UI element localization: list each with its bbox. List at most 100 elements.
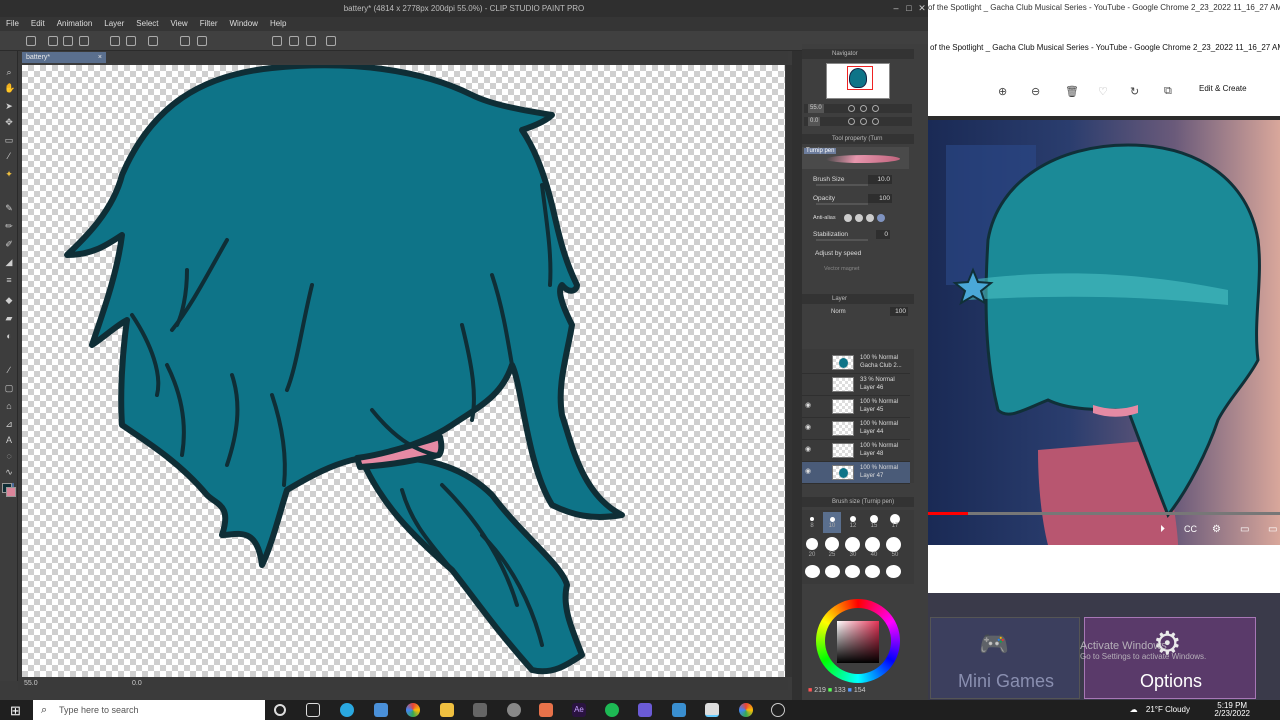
layer-row[interactable]: 100 % Normal Gacha Club 2... <box>802 352 910 374</box>
undo-icon[interactable] <box>110 36 120 46</box>
menu-file[interactable]: File <box>6 17 19 31</box>
menu-layer[interactable]: Layer <box>104 17 124 31</box>
brush-icon[interactable] <box>306 36 316 46</box>
operation-icon[interactable]: ➤ <box>4 101 14 111</box>
zoom-in-icon[interactable] <box>860 105 867 112</box>
layer-row[interactable]: ◉ 100 % Normal Layer 44 <box>802 418 910 440</box>
fill-tool-icon[interactable]: ◆ <box>4 295 14 305</box>
chrome-icon[interactable] <box>406 703 420 717</box>
brush-size-more[interactable] <box>865 565 880 578</box>
menu-animation[interactable]: Animation <box>57 17 93 31</box>
figure-icon[interactable]: ▢ <box>4 383 14 393</box>
brush-size-more[interactable] <box>886 565 901 578</box>
pencil-tool-icon[interactable]: ✏ <box>4 221 14 231</box>
settings-icon[interactable]: ⚙ <box>1212 524 1221 535</box>
aa-none-icon[interactable] <box>844 214 852 222</box>
zoom-fit-icon[interactable] <box>872 105 879 112</box>
flip-icon[interactable] <box>872 118 879 125</box>
rotate-right-icon[interactable] <box>860 118 867 125</box>
menu-edit[interactable]: Edit <box>31 17 45 31</box>
pencil-icon[interactable] <box>289 36 299 46</box>
layer-row[interactable]: ◉ 100 % Normal Layer 48 <box>802 440 910 462</box>
menu-view[interactable]: View <box>171 17 188 31</box>
drawing-canvas[interactable] <box>22 65 785 677</box>
adjust-by-speed-label[interactable]: Adjust by speed <box>815 247 861 261</box>
clip-studio-icon[interactable] <box>26 36 36 46</box>
brush-size-slider[interactable] <box>816 184 868 186</box>
delete-icon[interactable]: 🗑 <box>1065 85 1079 98</box>
panel-divider[interactable] <box>792 51 802 700</box>
brush-size-40[interactable] <box>865 537 880 552</box>
miniplayer-icon[interactable]: ▭ <box>1240 524 1249 535</box>
task-view-icon[interactable] <box>306 703 320 717</box>
spotify-icon[interactable] <box>605 703 619 717</box>
brush-size-8[interactable] <box>810 517 814 521</box>
vector-magnet-label[interactable]: Vector magnet <box>824 262 859 276</box>
line-icon[interactable]: ∕ <box>4 365 14 375</box>
brush-size-more[interactable] <box>825 565 840 578</box>
stabilization-slider[interactable] <box>816 239 868 241</box>
navigator-zoom-value[interactable]: 55.0 <box>808 104 824 113</box>
document-tab[interactable]: battery* × <box>22 52 106 63</box>
app-icon[interactable] <box>507 703 521 717</box>
blend-mode-select[interactable]: Norm <box>831 305 846 319</box>
app-icon[interactable] <box>638 703 652 717</box>
crop-icon[interactable] <box>197 36 207 46</box>
green-value[interactable]: 133 <box>834 687 846 694</box>
eye-icon[interactable]: ◉ <box>805 468 813 475</box>
opacity-slider[interactable] <box>816 203 868 205</box>
clip-studio-taskbar-icon[interactable] <box>705 703 719 717</box>
brush-size-value[interactable]: 10.0 <box>868 175 892 184</box>
airbrush-icon[interactable]: ◢ <box>4 257 14 267</box>
weather-text[interactable]: 21°F Cloudy <box>1146 705 1190 714</box>
crop-icon[interactable]: ⧉ <box>1164 85 1172 98</box>
autoplay-toggle-icon[interactable]: ⏵ <box>1160 524 1165 535</box>
selection-icon[interactable]: ▭ <box>4 135 14 145</box>
maximize-icon[interactable]: □ <box>903 0 915 17</box>
eye-icon[interactable]: ◉ <box>805 402 813 409</box>
eye-icon[interactable]: ◉ <box>805 424 813 431</box>
layer-row[interactable]: 33 % Normal Layer 46 <box>802 374 910 396</box>
brush-size-more[interactable] <box>805 565 820 578</box>
favorite-icon[interactable]: ♡ <box>1098 85 1108 98</box>
stabilization-value[interactable]: 0 <box>876 230 890 239</box>
auto-select-icon[interactable]: ✦ <box>4 169 14 179</box>
red-value[interactable]: 219 <box>814 687 826 694</box>
close-icon[interactable]: ✕ <box>916 0 928 17</box>
opacity-value[interactable]: 100 <box>868 194 892 203</box>
edge-icon[interactable] <box>340 703 354 717</box>
app-icon[interactable] <box>473 703 487 717</box>
captions-icon[interactable]: CC <box>1184 524 1197 534</box>
brush-size-20[interactable] <box>806 538 818 550</box>
saturation-value-square[interactable] <box>837 621 879 663</box>
chrome-icon[interactable] <box>739 703 753 717</box>
edit-create-button[interactable]: Edit & Create <box>1199 84 1247 93</box>
store-icon[interactable] <box>374 703 388 717</box>
layer-opacity[interactable]: 100 <box>890 307 908 316</box>
brush-tool-icon[interactable]: ✐ <box>4 239 14 249</box>
hand-icon[interactable]: ✋ <box>4 83 15 93</box>
balloon-icon[interactable]: ◌ <box>4 451 14 461</box>
save-icon[interactable] <box>79 36 89 46</box>
eyedropper-icon[interactable]: ⁄ <box>4 151 14 161</box>
rotation-readout[interactable]: 0.0 <box>132 677 142 690</box>
decoration-icon[interactable]: ≡ <box>4 275 14 285</box>
menu-filter[interactable]: Filter <box>200 17 218 31</box>
tab-close-icon[interactable]: × <box>98 52 102 63</box>
aa-weak-icon[interactable] <box>855 214 863 222</box>
snap-icon[interactable] <box>326 36 336 46</box>
zoom-icon[interactable]: ⌕ <box>4 67 14 77</box>
pen-tool-icon[interactable]: ✎ <box>4 203 14 213</box>
menu-help[interactable]: Help <box>270 17 286 31</box>
taskbar-search[interactable]: ⌕ Type here to search <box>33 700 265 720</box>
clock[interactable]: 5:19 PM 2/23/2022 <box>1214 702 1250 718</box>
aa-strong-icon[interactable] <box>877 214 885 222</box>
rotate-left-icon[interactable] <box>848 118 855 125</box>
layer-row[interactable]: ◉ 100 % Normal Layer 45 <box>802 396 910 418</box>
frame-icon[interactable]: ⌂ <box>4 401 14 411</box>
zoom-readout[interactable]: 55.0 <box>24 677 38 690</box>
fill-icon[interactable] <box>148 36 158 46</box>
app-icon[interactable] <box>771 703 785 717</box>
blend-icon[interactable]: ◐ <box>4 331 14 341</box>
aa-mid-icon[interactable] <box>866 214 874 222</box>
